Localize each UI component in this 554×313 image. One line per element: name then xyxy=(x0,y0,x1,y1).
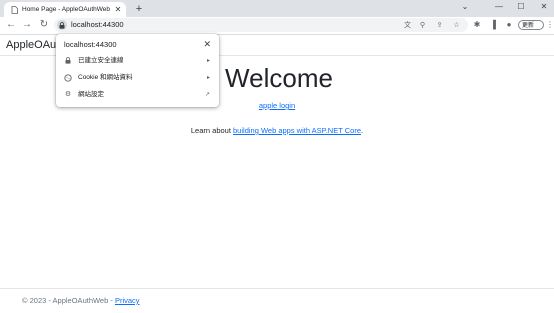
footer-copyright: © 2023 - AppleOAuthWeb - xyxy=(22,296,115,305)
bookmark-star-icon[interactable]: ☆ xyxy=(452,21,461,30)
learn-paragraph: Learn about building Web apps with ASP.N… xyxy=(0,126,554,135)
learn-suffix: . xyxy=(361,126,364,135)
privacy-link[interactable]: Privacy xyxy=(115,296,140,305)
popup-item-label: 已建立安全連線 xyxy=(78,57,124,64)
back-arrow-icon[interactable]: ← xyxy=(5,19,17,31)
update-label: 更新 xyxy=(522,23,535,29)
gear-icon: ⚙ xyxy=(64,91,72,98)
site-info-popup: localhost:44300 ✕ 已建立安全連線 ▸ Cookie 和網站資料… xyxy=(56,34,219,107)
side-panel-icon[interactable]: ▐ xyxy=(488,20,498,30)
site-footer: © 2023 - AppleOAuthWeb - Privacy xyxy=(0,288,554,313)
profile-avatar-icon[interactable]: ● xyxy=(504,20,514,30)
popup-host: localhost:44300 xyxy=(64,40,117,49)
page-favicon-icon xyxy=(10,5,18,14)
popup-item-label: Cookie 和網站資料 xyxy=(78,74,133,81)
address-bar[interactable]: localhost:44300 文 ⚲ ⇪ ☆ xyxy=(54,18,468,32)
reload-icon[interactable]: ↻ xyxy=(38,19,50,31)
footer-text: © 2023 - AppleOAuthWeb - Privacy xyxy=(22,296,140,305)
tab-search-icon[interactable]: ⌄ xyxy=(459,2,471,11)
update-button[interactable]: 更新 xyxy=(518,20,544,30)
url-text: localhost:44300 xyxy=(71,20,124,29)
aspnet-docs-link[interactable]: building Web apps with ASP.NET Core xyxy=(233,126,361,135)
lock-icon xyxy=(64,57,72,65)
tab-home-page[interactable]: Home Page - AppleOAuthWeb ✕ xyxy=(4,2,126,17)
popup-item-site-settings[interactable]: ⚙ 網站設定 ↗ xyxy=(56,87,219,103)
window-close-button[interactable]: ✕ xyxy=(538,2,550,11)
browser-toolbar: ← → ↻ localhost:44300 文 ⚲ ⇪ ☆ ✱ ▐ ● 更新 ⋮ xyxy=(0,17,554,35)
tab-strip: Home Page - AppleOAuthWeb ✕ + ⌄ — ☐ ✕ xyxy=(0,0,554,17)
zoom-icon[interactable]: ⚲ xyxy=(418,21,427,30)
popup-close-icon[interactable]: ✕ xyxy=(203,39,211,50)
translate-icon[interactable]: 文 xyxy=(403,21,412,30)
heading-text: Welcome xyxy=(225,63,333,93)
tab-title: Home Page - AppleOAuthWeb xyxy=(22,6,111,13)
cookie-icon xyxy=(64,74,72,82)
extensions-icon[interactable]: ✱ xyxy=(472,20,482,30)
popup-item-cookies[interactable]: Cookie 和網站資料 ▸ xyxy=(56,70,219,86)
tab-close-icon[interactable]: ✕ xyxy=(113,5,123,14)
popup-item-connection[interactable]: 已建立安全連線 ▸ xyxy=(56,53,219,69)
lock-icon xyxy=(59,21,65,29)
menu-kebab-icon[interactable]: ⋮ xyxy=(546,20,554,30)
learn-prefix: Learn about xyxy=(190,126,234,135)
popup-item-label: 網站設定 xyxy=(78,91,104,98)
minimize-button[interactable]: — xyxy=(493,2,505,11)
site-info-button[interactable] xyxy=(57,20,67,30)
external-link-icon: ↗ xyxy=(204,92,210,98)
forward-arrow-icon[interactable]: → xyxy=(21,19,33,31)
chevron-right-icon: ▸ xyxy=(206,58,210,64)
new-tab-button[interactable]: + xyxy=(133,3,145,15)
share-icon[interactable]: ⇪ xyxy=(435,21,444,30)
maximize-button[interactable]: ☐ xyxy=(515,2,527,11)
chevron-right-icon: ▸ xyxy=(206,75,210,81)
